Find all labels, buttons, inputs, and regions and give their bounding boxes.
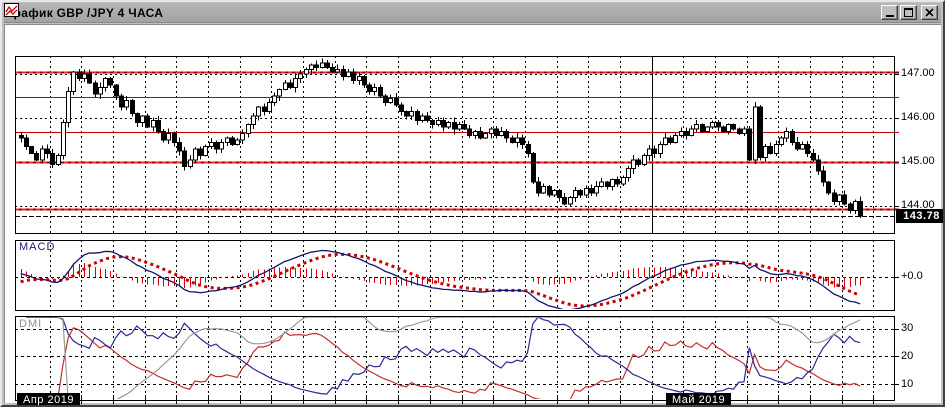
- maximize-icon: [904, 8, 913, 17]
- minimize-icon: [885, 15, 894, 17]
- price-axis-label: 145.00: [901, 155, 935, 167]
- maximize-button[interactable]: [900, 5, 917, 20]
- chart-window: График GBP /JPY 4 ЧАСА 147.00 146.00 145…: [0, 0, 945, 407]
- dmi-axis-label: 20: [901, 350, 914, 362]
- close-button[interactable]: [921, 5, 938, 20]
- close-icon: [925, 8, 934, 17]
- line-chart-icon: [4, 3, 19, 17]
- chart-canvas[interactable]: [5, 25, 945, 407]
- macd-zero-label: +0.0: [901, 270, 923, 282]
- dmi-panel-label: DMI: [19, 318, 43, 330]
- last-price-badge: 143.78: [896, 209, 943, 223]
- window-title: График GBP /JPY 4 ЧАСА: [7, 5, 164, 20]
- price-axis-label: 147.00: [901, 67, 935, 79]
- month-badge-may: Май 2019: [666, 393, 732, 405]
- price-axis-label: 146.00: [901, 111, 935, 123]
- dmi-axis-label: 30: [901, 322, 914, 334]
- minimize-button[interactable]: [881, 5, 898, 20]
- titlebar[interactable]: График GBP /JPY 4 ЧАСА: [4, 3, 941, 23]
- dmi-axis-label: 10: [901, 378, 914, 390]
- chart-client-area: 147.00 146.00 145.00 144.00 143.78 +0.0 …: [4, 24, 943, 405]
- month-badge-apr: Апр 2019: [17, 393, 80, 405]
- macd-panel-label: MACD: [19, 241, 56, 253]
